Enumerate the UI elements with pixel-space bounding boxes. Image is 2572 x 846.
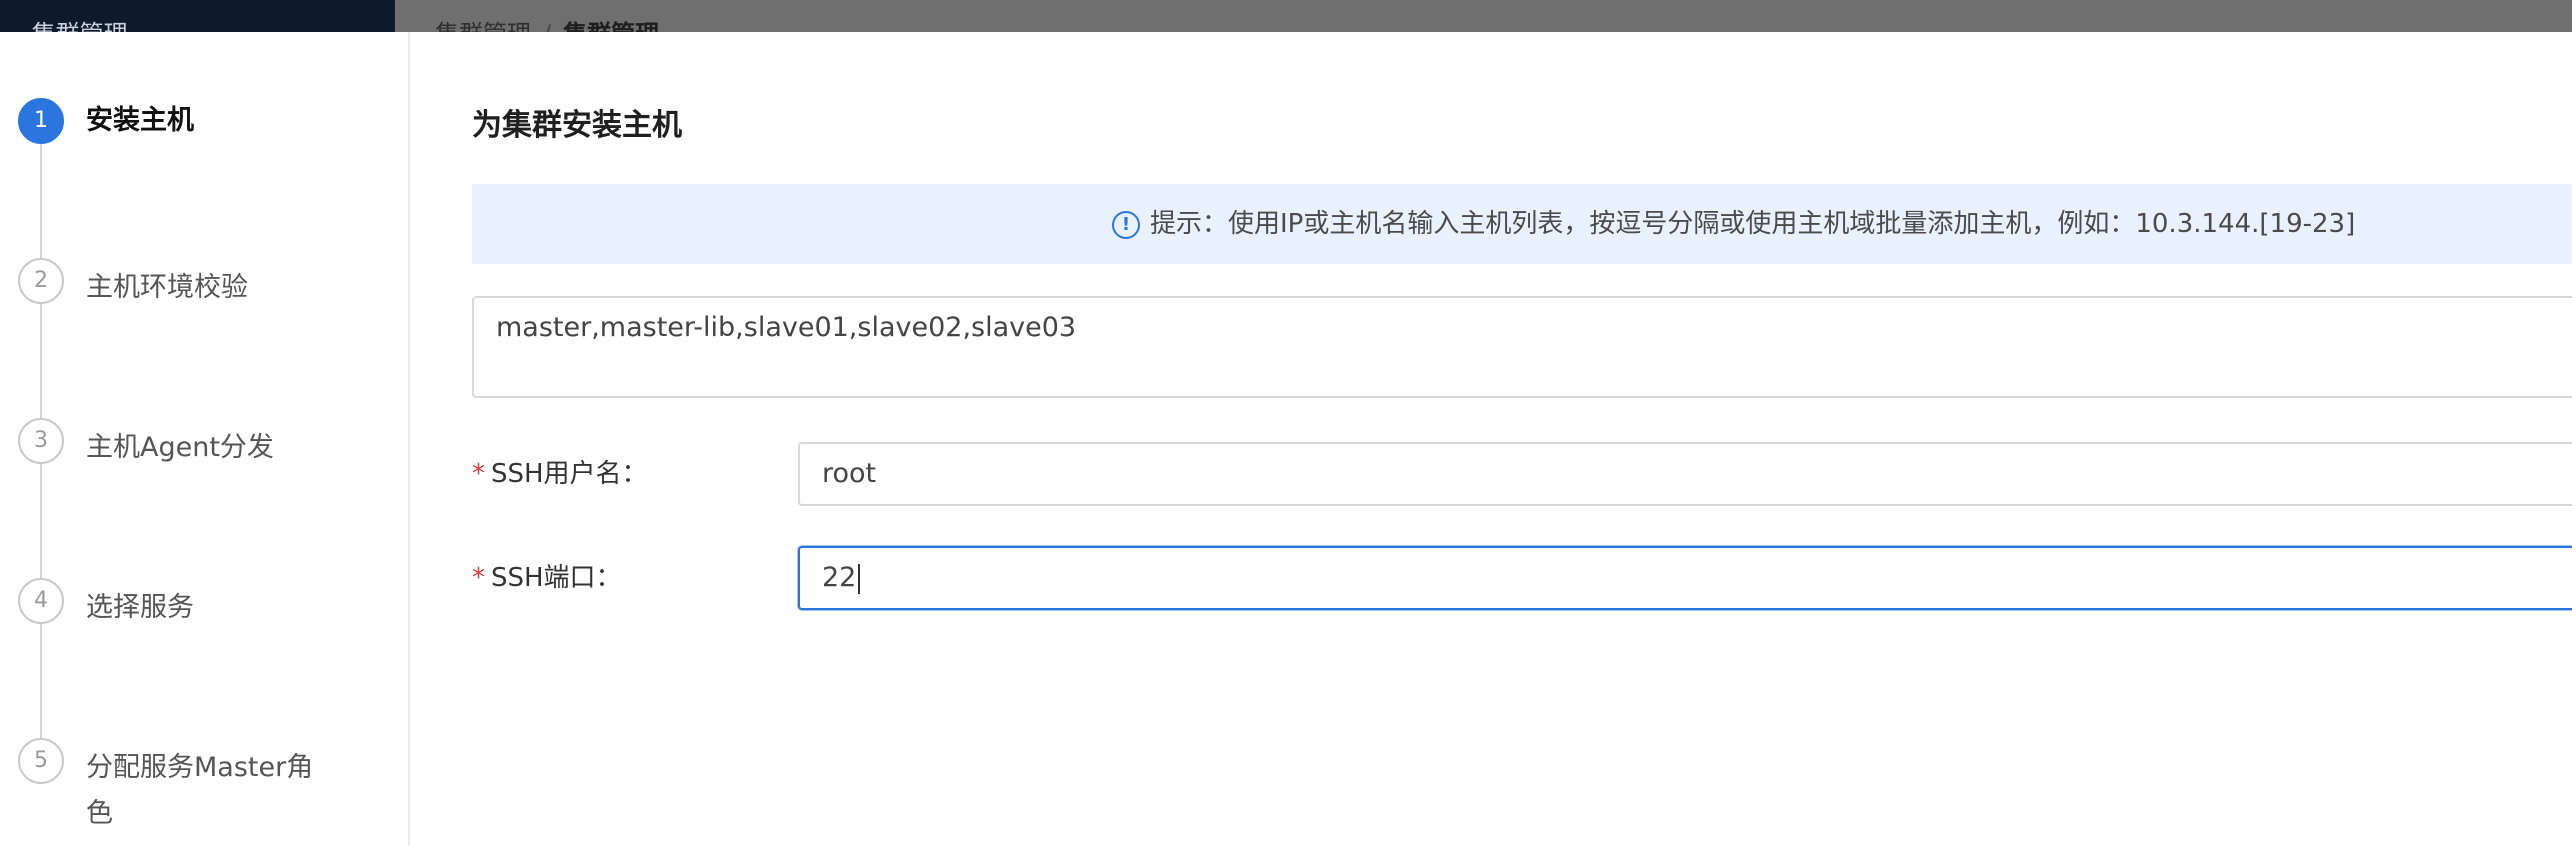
step-connector [40,442,42,592]
breadcrumb-current: 集群管理 [563,20,659,32]
background-app-title: — 集群管理 [0,14,128,32]
background-header [395,0,2572,32]
info-circle-icon: ! [1112,210,1140,239]
install-hosts-modal: 1 安装主机 2 主机环境校验 3 主机Agent分发 4 选择服务 5 分配服… [0,32,2572,846]
ssh-port-label: * SSH端口： [472,563,622,593]
step-number: 4 [18,578,64,624]
step-number: 3 [18,418,64,464]
text-caret [858,563,861,594]
tip-text: 提示：使用IP或主机名输入主机列表，按逗号分隔或使用主机域批量添加主机，例如：1… [1150,209,2356,239]
ssh-user-input[interactable]: root [798,442,2572,506]
step-label: 选择服务 [86,592,194,623]
ssh-user-label: * SSH用户名： [472,459,648,489]
ssh-port-input[interactable]: 22 [798,546,2572,610]
required-mark: * [472,563,485,593]
steps-sidebar: 1 安装主机 2 主机环境校验 3 主机Agent分发 4 选择服务 5 分配服… [0,32,410,846]
breadcrumb-separator: / [543,20,551,32]
step-connector [40,602,42,752]
hosts-textarea[interactable]: master,master-lib,slave01,slave02,slave0… [472,296,2572,398]
breadcrumb-item: 集群管理 [435,20,531,32]
breadcrumb: 集群管理 / 集群管理 [435,14,659,32]
step-connector [40,282,42,432]
step-number: 2 [18,258,64,304]
tip-banner: ! 提示：使用IP或主机名输入主机列表，按逗号分隔或使用主机域批量添加主机，例如：… [472,184,2572,264]
background-app: — 集群管理 集群管理 / 集群管理 [0,0,2572,32]
tip-content: ! 提示：使用IP或主机名输入主机列表，按逗号分隔或使用主机域批量添加主机，例如：… [1112,184,2355,264]
step-number: 1 [18,98,64,144]
step-label: 分配服务Master角色 [86,752,314,829]
step-number: 5 [18,738,64,784]
page-title: 为集群安装主机 [472,108,682,143]
step-label: 主机环境校验 [86,272,248,303]
step-label: 安装主机 [86,105,194,136]
required-mark: * [472,459,485,489]
install-hosts-form: 为集群安装主机 ! 提示：使用IP或主机名输入主机列表，按逗号分隔或使用主机域批量… [472,32,2572,846]
ssh-user-row: * SSH用户名： root [472,442,2572,506]
step-label: 主机Agent分发 [86,432,274,463]
background-sidebar: — 集群管理 [0,0,395,32]
ssh-port-row: * SSH端口： 22 [472,546,2572,610]
step-connector [40,122,42,272]
